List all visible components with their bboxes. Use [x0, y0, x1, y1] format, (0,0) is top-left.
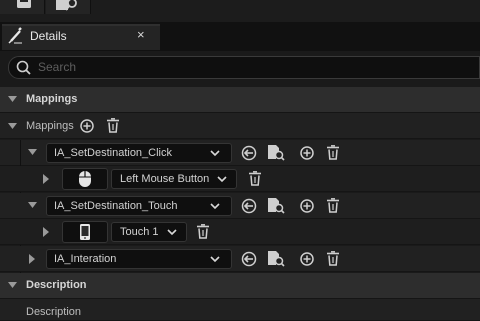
chevron-down-icon[interactable]: [28, 149, 38, 157]
add-mapping-icon[interactable]: [80, 119, 95, 134]
mouse-icon: [79, 171, 91, 187]
search-placeholder: Search: [38, 60, 77, 74]
key-name: Touch 1: [120, 226, 159, 238]
chevron-right-icon[interactable]: [29, 254, 37, 264]
use-selected-asset-icon[interactable]: [241, 198, 257, 214]
chevron-down-icon[interactable]: [8, 123, 18, 131]
browse-icon: [56, 0, 77, 11]
key-name: Left Mouse Button: [120, 173, 210, 185]
tab-title: Details: [30, 29, 67, 43]
chevron-down-icon: [210, 203, 220, 210]
add-key-mapping-icon[interactable]: [300, 199, 315, 214]
browse-to-asset-icon[interactable]: [267, 250, 285, 268]
add-key-mapping-icon[interactable]: [300, 146, 315, 161]
chevron-down-icon: [167, 229, 177, 236]
save-toolbar-button[interactable]: [0, 0, 45, 14]
use-selected-asset-icon[interactable]: [241, 145, 257, 161]
description-property-label: Description: [26, 306, 82, 318]
browse-to-asset-icon[interactable]: [267, 197, 285, 215]
add-key-mapping-icon[interactable]: [300, 252, 315, 267]
chevron-down-icon[interactable]: [8, 96, 18, 104]
clear-mappings-trash-icon[interactable]: [106, 118, 120, 134]
chevron-right-icon[interactable]: [43, 227, 51, 237]
details-pencil-icon: [8, 27, 22, 44]
delete-key-trash-icon[interactable]: [248, 171, 262, 187]
delete-mapping-trash-icon[interactable]: [326, 251, 340, 267]
touch-icon: [80, 224, 90, 240]
chevron-down-icon: [210, 256, 220, 263]
close-tab-icon[interactable]: ×: [137, 27, 145, 43]
input-action-name: IA_Interation: [54, 253, 117, 265]
search-icon: [16, 60, 31, 75]
mappings-category-label: Mappings: [26, 93, 78, 105]
chevron-down-icon: [217, 176, 227, 183]
delete-mapping-trash-icon[interactable]: [326, 145, 340, 161]
input-action-name: IA_SetDestination_Click: [54, 147, 173, 159]
delete-key-trash-icon[interactable]: [196, 224, 210, 240]
chevron-down-icon: [210, 150, 220, 157]
save-icon: [17, 0, 31, 8]
mappings-property-label: Mappings: [26, 120, 74, 132]
search-input[interactable]: [8, 56, 480, 79]
browse-toolbar-button[interactable]: [46, 0, 91, 14]
use-selected-asset-icon[interactable]: [241, 251, 257, 267]
chevron-down-icon[interactable]: [8, 282, 18, 290]
description-category-label: Description: [26, 279, 87, 291]
input-action-name: IA_SetDestination_Touch: [54, 200, 178, 212]
browse-to-asset-icon[interactable]: [267, 144, 285, 162]
chevron-right-icon[interactable]: [43, 174, 51, 184]
chevron-down-icon[interactable]: [28, 202, 38, 210]
delete-mapping-trash-icon[interactable]: [326, 198, 340, 214]
